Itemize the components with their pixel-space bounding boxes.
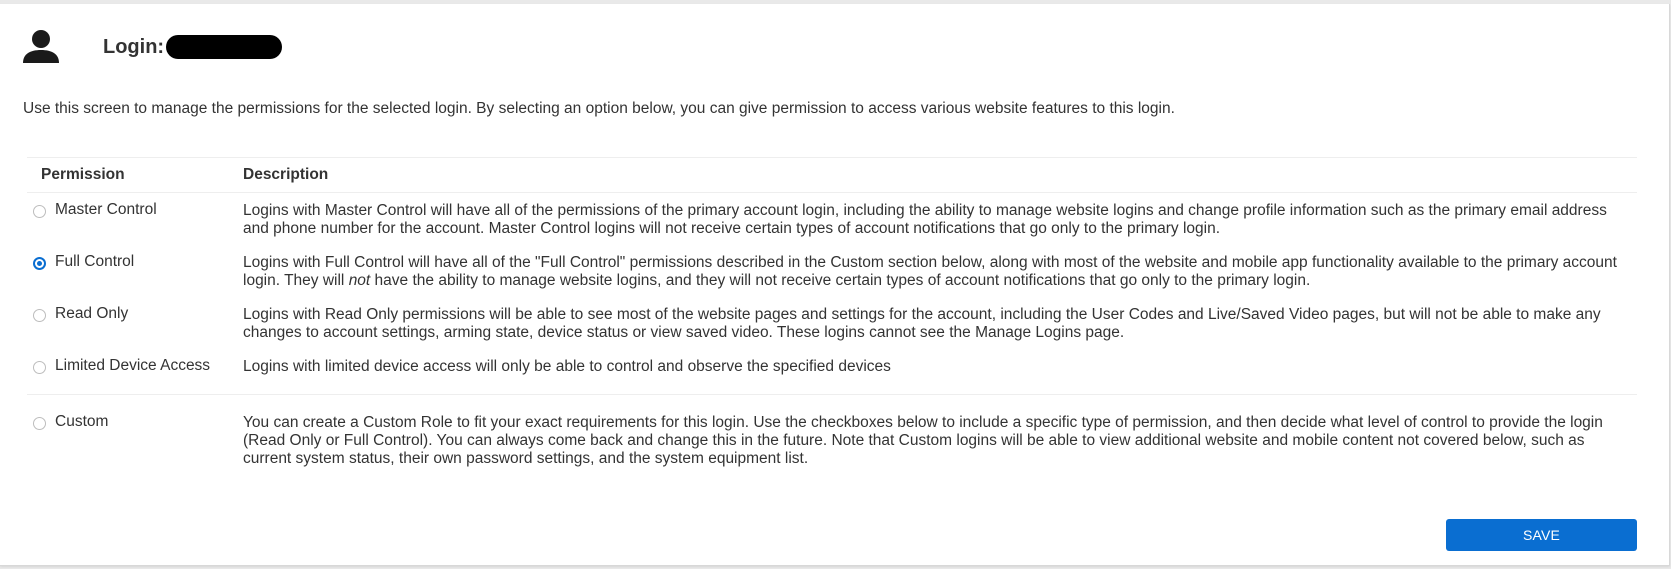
read-only-label: Read Only xyxy=(55,305,129,322)
save-button[interactable]: SAVE xyxy=(1446,519,1637,551)
permission-row-master-control: Master Control Logins with Master Contro… xyxy=(27,201,1637,238)
permission-column-header: Permission xyxy=(41,166,125,183)
login-header: Login: xyxy=(22,28,283,66)
divider xyxy=(27,192,1637,193)
master-control-description: Logins with Master Control will have all… xyxy=(243,201,1637,238)
login-title: Login: xyxy=(103,35,165,58)
description-column-header: Description xyxy=(243,166,329,183)
limited-device-access-label: Limited Device Access xyxy=(55,357,211,374)
custom-radio[interactable] xyxy=(33,416,46,430)
custom-description-text: You can create a Custom Role to fit your… xyxy=(243,414,1603,467)
page-background: Login: Use this screen to manage the per… xyxy=(0,0,1671,569)
master-control-label: Master Control xyxy=(55,201,157,218)
master-control-description-text: Logins with Master Control will have all… xyxy=(243,202,1607,237)
permissions-card: Login: Use this screen to manage the per… xyxy=(0,4,1670,566)
redacted-username xyxy=(166,35,283,59)
permission-row-custom: Custom You can create a Custom Role to f… xyxy=(27,413,1637,468)
full-control-description-part2: have the ability to manage website login… xyxy=(370,272,1311,289)
full-control-radio[interactable] xyxy=(33,256,46,270)
read-only-description: Logins with Read Only permissions will b… xyxy=(243,305,1637,342)
read-only-radio[interactable] xyxy=(33,308,46,322)
custom-description: You can create a Custom Role to fit your… xyxy=(243,413,1637,468)
master-control-option[interactable]: Master Control xyxy=(27,201,243,219)
full-control-option[interactable]: Full Control xyxy=(27,253,243,271)
user-icon xyxy=(23,30,59,63)
master-control-radio[interactable] xyxy=(33,204,46,218)
permission-row-read-only: Read Only Logins with Read Only permissi… xyxy=(27,305,1637,342)
limited-device-access-radio[interactable] xyxy=(33,360,46,374)
permission-row-limited-device-access: Limited Device Access Logins with limite… xyxy=(27,357,1637,376)
full-control-label: Full Control xyxy=(55,253,135,270)
limited-device-access-option[interactable]: Limited Device Access xyxy=(27,357,243,375)
limited-device-access-description-text: Logins with limited device access will o… xyxy=(243,358,891,375)
full-control-description: Logins with Full Control will have all o… xyxy=(243,253,1637,290)
table-header: Permission Description xyxy=(27,158,1637,192)
intro-text: Use this screen to manage the permission… xyxy=(23,100,1175,117)
limited-device-access-description: Logins with limited device access will o… xyxy=(243,357,1637,376)
permission-row-full-control: Full Control Logins with Full Control wi… xyxy=(27,253,1637,290)
divider xyxy=(27,394,1637,395)
read-only-description-text: Logins with Read Only permissions will b… xyxy=(243,306,1601,341)
permissions-table: Permission Description Master Control Lo… xyxy=(27,157,1637,468)
custom-label: Custom xyxy=(55,413,109,430)
custom-option[interactable]: Custom xyxy=(27,413,243,431)
read-only-option[interactable]: Read Only xyxy=(27,305,243,323)
full-control-description-emphasis: not xyxy=(348,272,371,289)
